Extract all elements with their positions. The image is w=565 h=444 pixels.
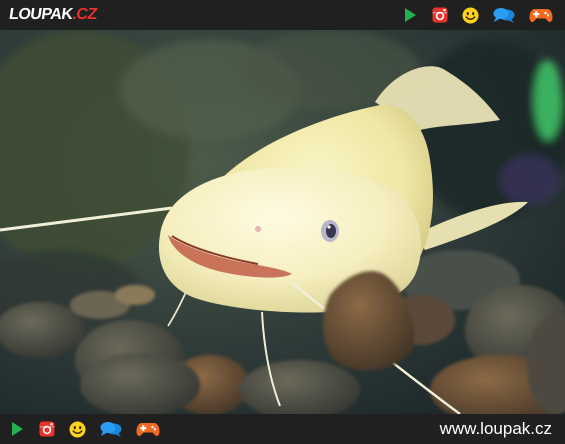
instagram-icon[interactable] — [39, 421, 55, 437]
chat-icon[interactable] — [100, 421, 122, 438]
play-icon[interactable] — [9, 421, 25, 437]
top-bar: LOUPAK .CZ — [0, 0, 565, 30]
albino-catfish-image — [0, 30, 565, 414]
page: LOUPAK .CZ www.loupak.cz — [0, 0, 565, 444]
chat-icon[interactable] — [493, 7, 515, 24]
site-url[interactable]: www.loupak.cz — [440, 419, 552, 439]
catfish-photo — [0, 30, 565, 414]
logo-main-text: LOUPAK — [7, 6, 74, 23]
play-icon[interactable] — [402, 7, 418, 23]
gamepad-icon[interactable] — [529, 7, 553, 24]
gamepad-icon[interactable] — [136, 421, 160, 438]
bottom-nav-icons — [9, 419, 174, 439]
instagram-icon[interactable] — [432, 7, 448, 23]
smiley-icon[interactable] — [462, 7, 479, 24]
logo-tld-text: .CZ — [71, 6, 98, 23]
site-logo[interactable]: LOUPAK .CZ — [8, 5, 98, 25]
bottom-bar: www.loupak.cz — [0, 414, 565, 444]
smiley-icon[interactable] — [69, 421, 86, 438]
top-nav-icons — [388, 5, 553, 25]
